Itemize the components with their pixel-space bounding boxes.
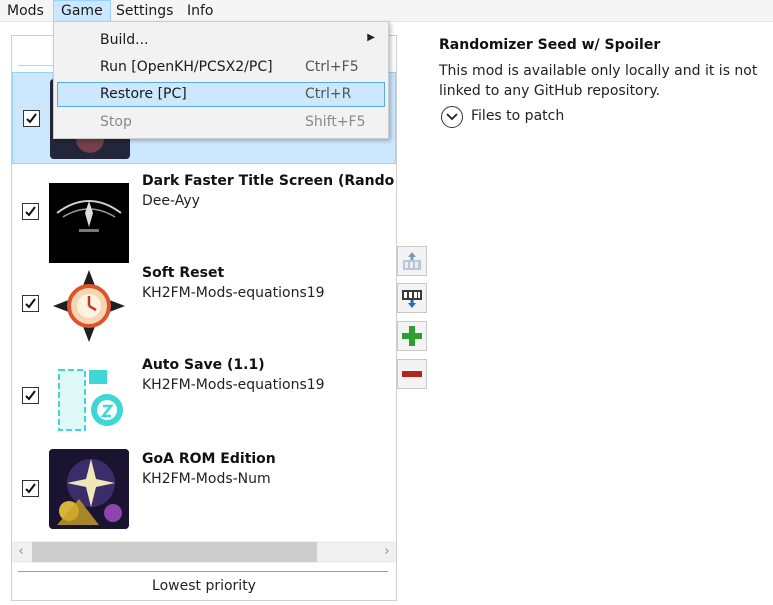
- menu-item-run[interactable]: Run [OpenKH/PCSX2/PC] Ctrl+F5: [57, 55, 385, 80]
- mod-thumbnail: [49, 183, 129, 263]
- mod-title: Auto Save (1.1): [142, 357, 265, 373]
- remove-icon: [402, 371, 422, 377]
- files-to-patch-label: Files to patch: [471, 108, 565, 124]
- menu-info[interactable]: Info: [180, 0, 221, 22]
- mod-enabled-checkbox[interactable]: [22, 387, 39, 404]
- menu-item-stop[interactable]: Stop Shift+F5: [57, 110, 385, 135]
- menu-item-restore[interactable]: Restore [PC] Ctrl+R: [57, 82, 385, 107]
- mod-thumbnail: [49, 449, 129, 529]
- mod-thumbnail: [49, 266, 129, 346]
- scrollbar-thumb[interactable]: [32, 542, 317, 562]
- mod-item[interactable]: Soft Reset KH2FM-Mods-equations19: [12, 260, 396, 352]
- mod-enabled-checkbox[interactable]: [22, 203, 39, 220]
- mod-item[interactable]: Auto Save (1.1) KH2FM-Mods-equations19: [12, 352, 396, 444]
- mod-title: Dark Faster Title Screen (Rando Theme): [142, 173, 396, 189]
- chevron-down-icon: [441, 106, 463, 128]
- mod-enabled-checkbox[interactable]: [22, 295, 39, 312]
- mod-author: KH2FM-Mods-equations19: [142, 285, 325, 301]
- mod-author: Dee-Ayy: [142, 193, 200, 209]
- list-bottom-divider: [18, 571, 388, 572]
- mod-title: Soft Reset: [142, 265, 225, 281]
- mod-thumbnail: [49, 358, 129, 438]
- menu-item-build[interactable]: Build... ▶: [57, 28, 385, 53]
- lowest-priority-label: Lowest priority: [152, 578, 256, 594]
- add-icon: [402, 326, 422, 346]
- menu-mods[interactable]: Mods: [0, 0, 51, 22]
- add-mod-button[interactable]: [397, 321, 427, 351]
- move-up-button[interactable]: [397, 246, 427, 276]
- submenu-arrow-icon: ▶: [367, 32, 375, 43]
- move-down-icon: [402, 290, 422, 308]
- remove-mod-button[interactable]: [397, 359, 427, 389]
- mod-item[interactable]: GoA ROM Edition KH2FM-Mods-Num: [12, 445, 396, 537]
- menu-bar: Mods Game Settings Info: [0, 0, 773, 22]
- game-menu-dropdown: Build... ▶ Run [OpenKH/PCSX2/PC] Ctrl+F5…: [53, 21, 389, 139]
- scroll-left-icon[interactable]: ‹: [12, 541, 30, 563]
- mod-enabled-checkbox[interactable]: [22, 480, 39, 497]
- mod-enabled-checkbox[interactable]: [23, 110, 40, 127]
- scroll-right-icon[interactable]: ›: [378, 541, 396, 563]
- mod-author: KH2FM-Mods-Num: [142, 471, 271, 487]
- move-up-icon: [403, 252, 421, 270]
- mod-detail-description: This mod is available only locally and i…: [439, 63, 758, 99]
- move-down-button[interactable]: [397, 283, 427, 313]
- mod-detail-title: Randomizer Seed w/ Spoiler: [439, 37, 661, 53]
- menu-game[interactable]: Game: [53, 0, 111, 22]
- mod-item[interactable]: Dark Faster Title Screen (Rando Theme) D…: [12, 168, 396, 263]
- mod-author: KH2FM-Mods-equations19: [142, 377, 325, 393]
- mod-title: GoA ROM Edition: [142, 451, 276, 467]
- menu-settings[interactable]: Settings: [109, 0, 180, 22]
- horizontal-scrollbar[interactable]: ‹ ›: [12, 541, 396, 563]
